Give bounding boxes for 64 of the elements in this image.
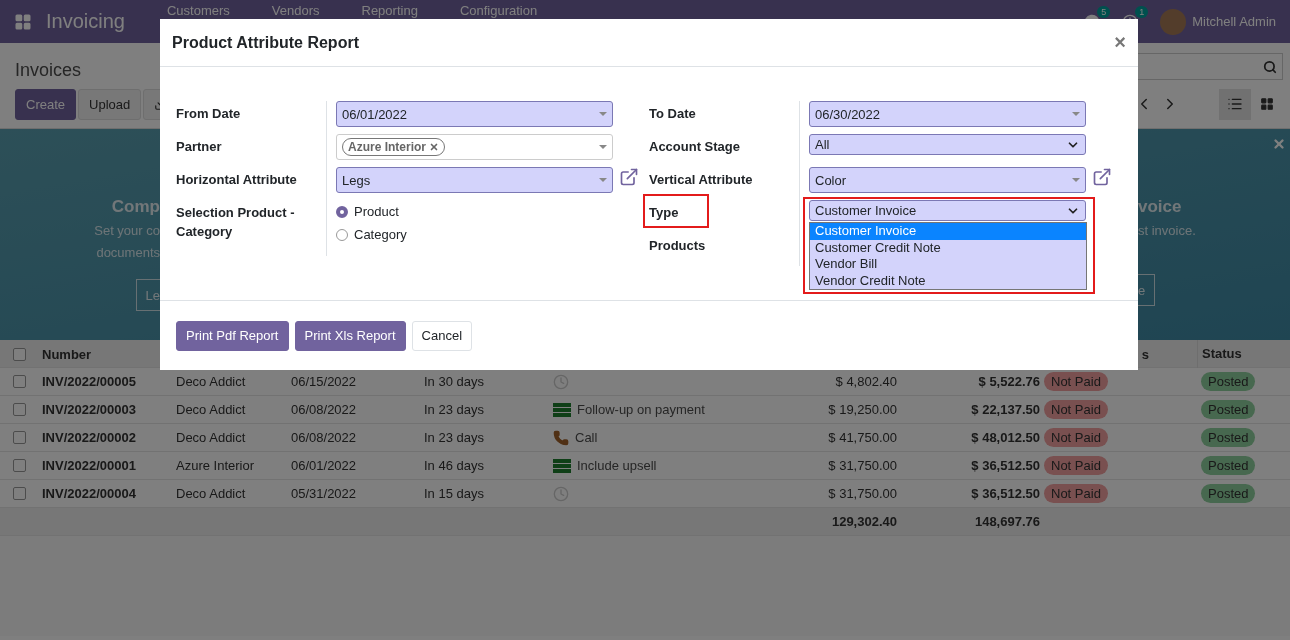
field-label: Horizontal Attribute [176,171,298,189]
table-cell-text: In 23 days [423,430,485,445]
activity-summary: Include upsell [577,458,657,473]
table-cell-text: 06/01/2022 [290,458,358,473]
total-cell-text: 129,302.40 [830,514,897,529]
field-label: To Date [649,105,697,123]
table-cell-text: $ 36,512.50 [970,458,1040,473]
table-cell-text: Deco Addict [175,486,247,501]
field-label: Type [649,200,799,222]
table-cell-text: $ 19,250.00 [827,402,897,417]
table-cell-text: In 15 days [423,486,485,501]
table-cell-text: $ 36,512.50 [970,486,1040,501]
notification-badge: 1 [1135,5,1149,18]
banner-title: voice [1138,197,1182,217]
table-cell-text: INV/2022/00003 [41,402,137,417]
banner-text: st invoice. [1138,223,1196,239]
table-cell-text: In 46 days [423,458,485,473]
table-cell-text: $ 22,137.50 [970,402,1040,417]
notification-badge: 5 [1097,5,1111,18]
status-badge: Posted [1201,372,1256,391]
table-cell-text: Deco Addict [175,374,247,389]
table-cell-text: In 23 days [423,402,485,417]
field-label: Selection Product - Category [176,204,296,241]
payment-badge: Not Paid [1044,428,1108,447]
table-cell-text: $ 48,012.50 [970,430,1040,445]
status-badge: Posted [1201,428,1256,447]
table-cell-text: 06/08/2022 [290,402,358,417]
table-cell-text: INV/2022/00002 [41,430,137,445]
table-cell-text: Azure Interior [175,458,256,473]
status-badge: Posted [1201,484,1256,503]
table-cell-text: $ 4,802.40 [834,374,897,389]
payment-badge: Not Paid [1044,456,1108,475]
payment-badge: Not Paid [1044,372,1108,391]
banner-title: Comp [111,197,160,217]
field-label: Account Stage [649,138,741,156]
total-cell-text: 148,697.76 [973,514,1040,529]
dialog-title: Product Attribute Report [172,33,359,52]
table-cell-text: INV/2022/00005 [41,374,137,389]
activity-summary: Follow-up on payment [577,402,705,417]
banner-text: Set your co [94,223,160,239]
table-cell-text: $ 41,750.00 [827,430,897,445]
status-badge: Posted [1201,456,1256,475]
table-cell-text: INV/2022/00001 [41,458,137,473]
payment-badge: Not Paid [1044,484,1108,503]
table-cell-text: Deco Addict [175,402,247,417]
field-label: Products [649,237,707,255]
activity-summary: Call [575,430,598,445]
status-badge: Posted [1201,400,1256,419]
banner-text: documents [96,245,160,261]
table-cell-text: INV/2022/00004 [41,486,137,501]
breadcrumb: Invoices [15,59,83,81]
field-label: Partner [176,138,223,156]
table-cell-text: Deco Addict [175,430,247,445]
table-cell-text: In 30 days [423,374,485,389]
field-label: Vertical Attribute [649,171,754,189]
payment-badge: Not Paid [1044,400,1108,419]
field-label: From Date [176,105,242,123]
table-cell-text: 06/08/2022 [290,430,358,445]
app-title: Invoicing [46,10,125,33]
table-cell-text: $ 5,522.76 [977,374,1040,389]
table-cell-text: $ 31,750.00 [827,458,897,473]
table-cell-text: $ 31,750.00 [827,486,897,501]
table-cell-text: 05/31/2022 [290,486,358,501]
table-cell-text: 06/15/2022 [290,374,358,389]
